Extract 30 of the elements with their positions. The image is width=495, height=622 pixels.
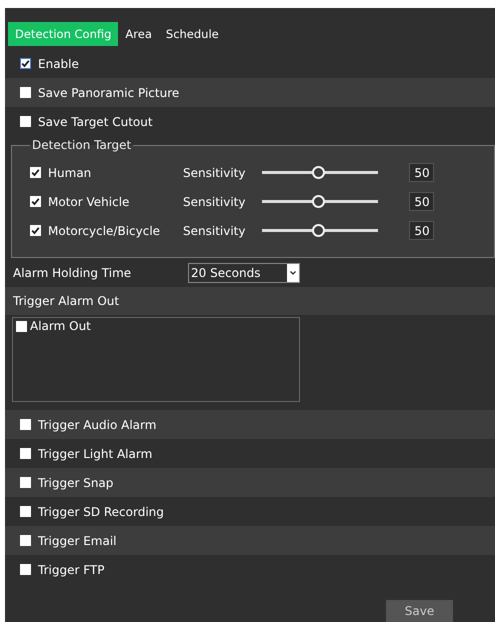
option-label: Trigger Light Alarm	[38, 446, 152, 460]
option-label: Trigger Snap	[38, 476, 114, 490]
option-label: Save Panoramic Picture	[38, 86, 180, 100]
option-label: Save Target Cutout	[38, 114, 153, 128]
slider-thumb[interactable]	[312, 224, 326, 236]
save-button[interactable]: Save	[386, 600, 453, 622]
option-label: Trigger Audio Alarm	[38, 418, 156, 432]
alarm-holding-time-label: Alarm Holding Time	[13, 266, 132, 280]
option-label: Trigger SD Recording	[38, 504, 164, 518]
option-label: Trigger FTP	[38, 562, 104, 576]
slider-thumb[interactable]	[312, 166, 326, 178]
tab[interactable]: Schedule	[158, 22, 226, 46]
sensitivity-label: Sensitivity	[183, 166, 246, 180]
sensitivity-value-field[interactable]: 50	[409, 163, 434, 182]
sensitivity-value-field[interactable]: 50	[409, 221, 434, 240]
target-label: Motor Vehicle	[48, 194, 130, 208]
sensitivity-label: Sensitivity	[183, 224, 246, 238]
tab[interactable]: Area	[118, 22, 159, 46]
checkbox[interactable]	[20, 58, 31, 69]
option-label: Trigger Email	[38, 534, 116, 548]
target-label: Human	[48, 166, 92, 180]
section-label: Trigger Alarm Out	[13, 294, 120, 308]
sensitivity-value-field[interactable]: 50	[409, 192, 434, 211]
target-label: Motorcycle/Bicycle	[48, 224, 162, 238]
slider-thumb[interactable]	[312, 194, 326, 208]
group-legend: Detection Target	[30, 138, 134, 152]
alarm-holding-time-dropdown[interactable]: 20 Seconds	[188, 262, 300, 282]
option-label: Enable	[38, 56, 79, 70]
sensitivity-label: Sensitivity	[183, 194, 246, 208]
alarm-out-label: Alarm Out	[30, 319, 91, 333]
